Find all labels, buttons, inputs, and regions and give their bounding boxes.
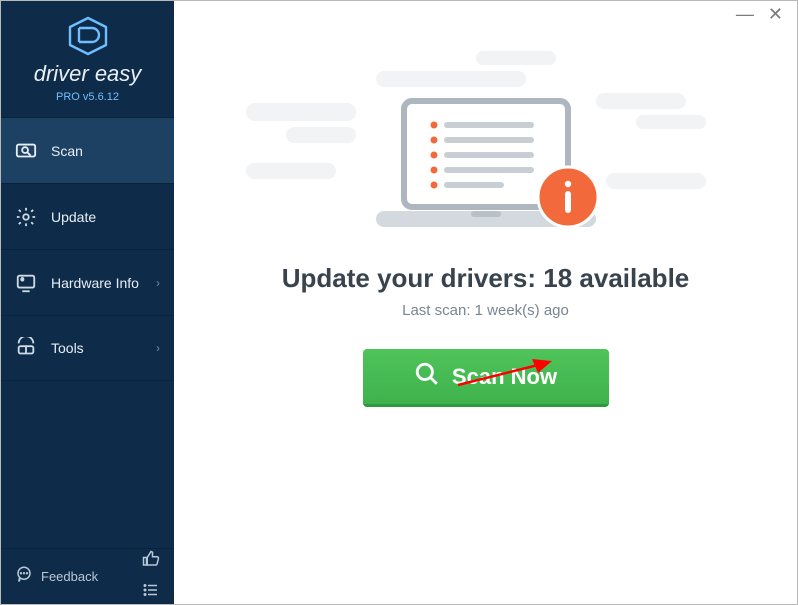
chat-icon: [15, 565, 33, 588]
svg-text:i: i: [22, 277, 23, 281]
menu-list-icon[interactable]: [142, 581, 160, 604]
info-badge-icon: [538, 167, 598, 227]
sidebar-footer: Feedback: [1, 548, 174, 604]
last-scan-value: 1 week(s) ago: [475, 302, 569, 319]
laptop-illustration: [326, 93, 646, 243]
sidebar-item-scan[interactable]: Scan: [1, 117, 174, 183]
feedback-label: Feedback: [41, 569, 98, 584]
laptop-icon: [356, 93, 616, 243]
feedback-button[interactable]: Feedback: [15, 565, 98, 588]
footer-icons: [142, 550, 160, 604]
main-panel: Update your drivers: 18 available Last s…: [174, 1, 797, 604]
scan-now-button[interactable]: Scan Now: [363, 349, 609, 407]
headline-suffix: available: [572, 263, 689, 293]
app-window: — ✕ driver easy PRO v5.6.12: [0, 0, 798, 605]
magnifier-icon: [414, 361, 440, 393]
brand-name: driver easy: [34, 61, 142, 87]
sidebar-item-label: Tools: [51, 340, 142, 356]
brand-logo-icon: [66, 16, 110, 61]
available-count: 18: [543, 263, 572, 293]
sidebar-nav: Scan Update i: [1, 117, 174, 381]
sidebar-item-update[interactable]: Update: [1, 183, 174, 249]
brand-version: PRO v5.6.12: [56, 91, 119, 103]
minimize-button[interactable]: —: [736, 7, 754, 29]
last-scan-text: Last scan: 1 week(s) ago: [402, 302, 569, 319]
sidebar-item-hardware[interactable]: i Hardware Info ›: [1, 249, 174, 315]
sidebar-item-label: Hardware Info: [51, 275, 142, 291]
sidebar-item-tools[interactable]: Tools ›: [1, 315, 174, 381]
window-controls: — ✕: [736, 1, 797, 29]
sidebar: driver easy PRO v5.6.12 Scan: [1, 1, 174, 604]
scan-icon: [15, 140, 37, 162]
gear-icon: [15, 206, 37, 228]
logo-block: driver easy PRO v5.6.12: [1, 1, 174, 117]
sidebar-item-label: Scan: [51, 143, 160, 159]
chevron-right-icon: ›: [156, 276, 160, 290]
headline-prefix: Update your drivers:: [282, 263, 544, 293]
monitor-info-icon: i: [15, 272, 37, 294]
scan-now-label: Scan Now: [452, 364, 557, 390]
thumbs-up-icon[interactable]: [142, 550, 160, 573]
sidebar-item-label: Update: [51, 209, 160, 225]
close-button[interactable]: ✕: [768, 7, 783, 29]
chevron-right-icon: ›: [156, 341, 160, 355]
headline: Update your drivers: 18 available: [282, 263, 690, 294]
tools-icon: [15, 337, 37, 359]
